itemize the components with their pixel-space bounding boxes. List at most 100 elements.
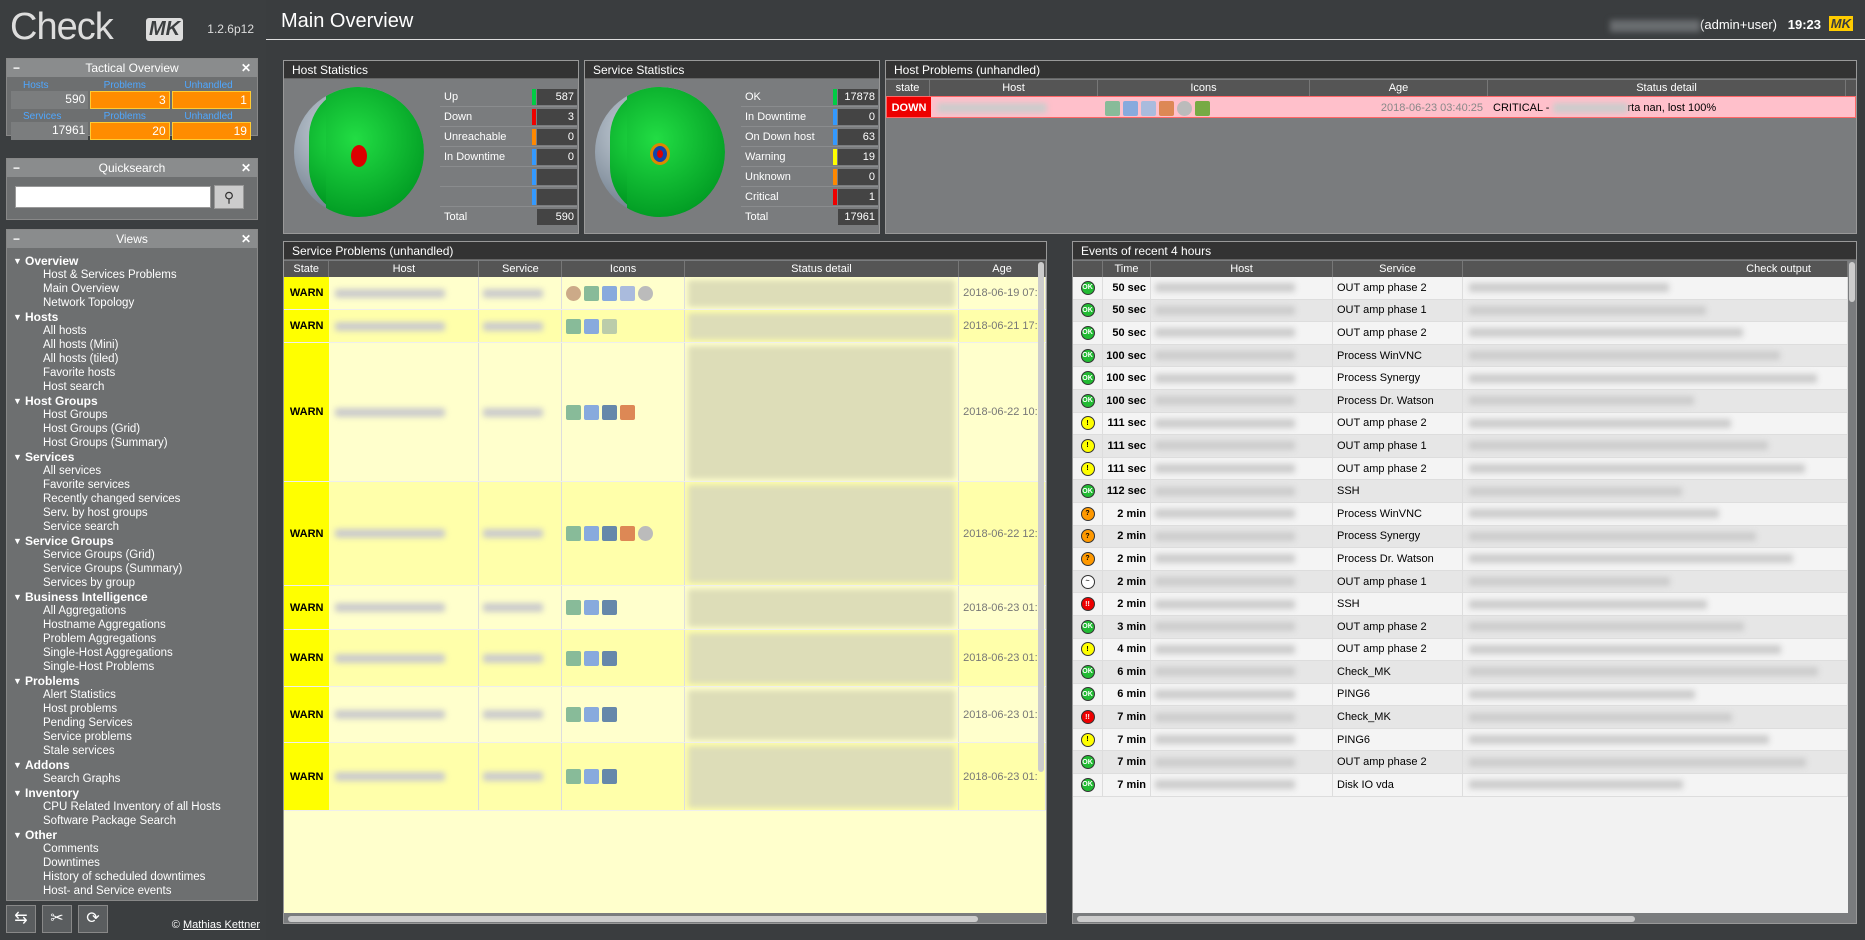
tactical-count[interactable]: 1 xyxy=(171,91,251,109)
horizontal-scrollbar[interactable] xyxy=(1077,916,1635,922)
event-row[interactable]: OK 3 min OUT amp phase 2 xyxy=(1073,615,1848,639)
views-link[interactable]: Problem Aggregations xyxy=(25,632,253,646)
service-cell[interactable]: Check_MK xyxy=(1333,706,1463,728)
host-cell[interactable] xyxy=(1151,435,1333,457)
views-link[interactable]: Host Groups (Grid) xyxy=(25,422,253,436)
views-link[interactable]: Service Groups (Grid) xyxy=(25,548,253,562)
service-cell[interactable]: OUT amp phase 2 xyxy=(1333,638,1463,661)
host-cell[interactable] xyxy=(1151,367,1333,389)
service-cell[interactable] xyxy=(479,277,563,309)
event-row[interactable]: ! 7 min PING6 xyxy=(1073,728,1848,752)
close-icon[interactable]: ✕ xyxy=(241,230,251,248)
views-link[interactable]: Favorite hosts xyxy=(25,366,253,380)
ack-icon[interactable] xyxy=(584,600,600,615)
tactical-count[interactable]: 17961 xyxy=(11,122,89,140)
add-snapin-icon[interactable]: ⇆ xyxy=(6,905,36,933)
service-cell[interactable] xyxy=(479,343,563,481)
service-cell[interactable]: OUT amp phase 2 xyxy=(1333,412,1463,435)
credit-link[interactable]: Mathias Kettner xyxy=(183,919,260,931)
service-problem-row[interactable]: WARN 2018-06-23 01: xyxy=(284,630,1046,687)
views-group[interactable]: Problems xyxy=(13,674,253,688)
views-link[interactable]: Stale services xyxy=(25,744,253,758)
host-cell[interactable] xyxy=(1151,412,1333,435)
refresh-icon[interactable] xyxy=(566,650,582,666)
views-group[interactable]: Hosts xyxy=(13,310,253,324)
event-row[interactable]: ! 111 sec OUT amp phase 1 xyxy=(1073,435,1848,458)
refresh-icon[interactable] xyxy=(1105,100,1120,116)
views-link[interactable]: Single-Host Problems xyxy=(25,660,253,674)
service-cell[interactable] xyxy=(479,630,563,686)
close-icon[interactable]: ✕ xyxy=(241,159,251,177)
host-cell[interactable] xyxy=(1151,683,1333,706)
service-cell[interactable]: OUT amp phase 2 xyxy=(1333,277,1463,299)
logout-icon[interactable]: ⟳ xyxy=(78,905,108,933)
stats-row[interactable]: Up 587 xyxy=(440,87,577,107)
refresh-icon[interactable] xyxy=(566,526,582,541)
graph-icon[interactable] xyxy=(1141,100,1156,116)
column-header[interactable]: Check output xyxy=(1463,261,1848,277)
stats-row[interactable] xyxy=(440,187,577,207)
close-icon[interactable]: ✕ xyxy=(241,59,251,77)
column-header[interactable] xyxy=(1073,261,1103,277)
views-link[interactable]: Hostname Aggregations xyxy=(25,618,253,632)
host-cell[interactable] xyxy=(329,630,480,686)
refresh-icon[interactable] xyxy=(566,769,582,784)
event-row[interactable]: OK 50 sec OUT amp phase 2 xyxy=(1073,322,1848,345)
views-link[interactable]: CPU Related Inventory of all Hosts xyxy=(25,800,253,814)
views-link[interactable]: Single-Host Aggregations xyxy=(25,646,253,660)
event-row[interactable]: OK 100 sec Process WinVNC xyxy=(1073,344,1848,368)
host-cell[interactable] xyxy=(329,687,480,742)
event-row[interactable]: OK 112 sec SSH xyxy=(1073,480,1848,503)
service-cell[interactable]: OUT amp phase 1 xyxy=(1333,299,1463,322)
views-group[interactable]: Inventory xyxy=(13,786,253,800)
views-group[interactable]: Overview xyxy=(13,254,253,268)
views-group[interactable]: Host Groups xyxy=(13,394,253,408)
column-header[interactable]: Status detail xyxy=(685,261,960,277)
notes-icon[interactable] xyxy=(602,318,618,334)
moon-icon[interactable] xyxy=(638,526,654,541)
views-link[interactable]: Software Package Search xyxy=(25,814,253,828)
ack-icon[interactable] xyxy=(584,526,600,541)
event-row[interactable]: ? 2 min Process Dr. Watson xyxy=(1073,548,1848,571)
host-cell[interactable] xyxy=(1151,548,1333,570)
checkmk-logo[interactable]: Check MK 1.2.6p12 xyxy=(6,4,258,48)
host-cell[interactable] xyxy=(1151,774,1333,796)
event-row[interactable]: OK 100 sec Process Dr. Watson xyxy=(1073,389,1848,413)
printer-icon[interactable] xyxy=(602,707,618,722)
service-problem-row[interactable]: WARN 2018-06-19 07: xyxy=(284,277,1046,310)
host-cell[interactable] xyxy=(329,310,480,342)
event-row[interactable]: ? 2 min Process WinVNC xyxy=(1073,502,1848,526)
column-header[interactable]: Service xyxy=(1333,261,1463,277)
event-row[interactable]: ~2 min OUT amp phase 1 xyxy=(1073,570,1848,594)
views-link[interactable]: Downtimes xyxy=(25,856,253,870)
host-globe[interactable] xyxy=(294,87,424,217)
column-header[interactable]: Host xyxy=(1151,261,1333,277)
refresh-icon[interactable] xyxy=(566,600,582,615)
service-cell[interactable]: OUT amp phase 1 xyxy=(1333,435,1463,457)
service-cell[interactable]: Process Dr. Watson xyxy=(1333,548,1463,570)
column-header[interactable]: Host xyxy=(930,80,1098,96)
views-link[interactable]: Services by group xyxy=(25,576,253,590)
printer-icon[interactable] xyxy=(602,600,618,615)
views-link[interactable]: Host & Services Problems xyxy=(25,268,253,282)
host-cell[interactable] xyxy=(1151,457,1333,480)
column-header[interactable]: Age xyxy=(1310,80,1488,96)
event-row[interactable]: OK 100 sec Process Synergy xyxy=(1073,367,1848,390)
ack-icon[interactable] xyxy=(584,404,600,420)
views-link[interactable]: Search Graphs xyxy=(25,772,253,786)
host-cell[interactable] xyxy=(329,343,480,481)
views-group[interactable]: Business Intelligence xyxy=(13,590,253,604)
edit-icon[interactable] xyxy=(1195,100,1210,116)
service-cell[interactable]: Process Synergy xyxy=(1333,525,1463,548)
column-header[interactable]: Icons xyxy=(1098,80,1310,96)
host-cell[interactable] xyxy=(329,743,480,810)
event-row[interactable]: !! 7 min Check_MK xyxy=(1073,706,1848,729)
vertical-scrollbar[interactable] xyxy=(1038,262,1044,772)
minimize-icon[interactable]: − xyxy=(13,59,20,77)
views-link[interactable]: All hosts (tiled) xyxy=(25,352,253,366)
service-cell[interactable]: OUT amp phase 1 xyxy=(1333,570,1463,593)
snapin-header[interactable]: − Tactical Overview ✕ xyxy=(7,59,257,77)
host-cell[interactable] xyxy=(931,97,1099,117)
tactical-label[interactable]: Problems xyxy=(92,111,173,122)
service-cell[interactable]: Process WinVNC xyxy=(1333,502,1463,525)
